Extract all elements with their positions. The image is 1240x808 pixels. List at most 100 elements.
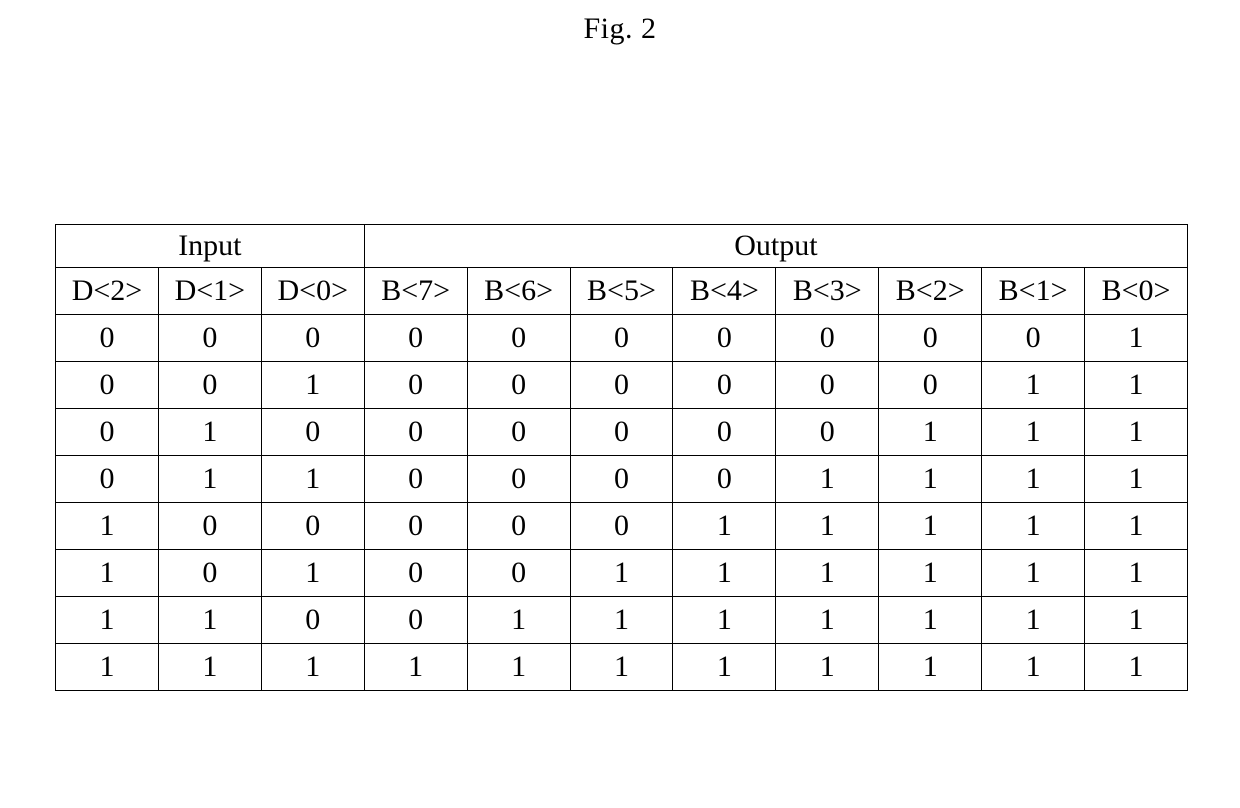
cell: 1 <box>982 456 1085 503</box>
cell: 1 <box>776 550 879 597</box>
table-row: 1 1 1 1 1 1 1 1 1 1 1 <box>56 644 1188 691</box>
cell: 0 <box>673 456 776 503</box>
header-row-groups: Input Output <box>56 225 1188 268</box>
col-b5: B<5> <box>570 268 673 315</box>
cell: 0 <box>467 456 570 503</box>
cell: 0 <box>364 550 467 597</box>
cell: 0 <box>467 409 570 456</box>
col-b4: B<4> <box>673 268 776 315</box>
cell: 1 <box>982 362 1085 409</box>
cell: 0 <box>56 315 159 362</box>
cell: 0 <box>364 597 467 644</box>
cell: 1 <box>879 409 982 456</box>
cell: 0 <box>776 362 879 409</box>
cell: 0 <box>364 456 467 503</box>
table-row: 0 1 1 0 0 0 0 1 1 1 1 <box>56 456 1188 503</box>
cell: 1 <box>1085 456 1188 503</box>
cell: 0 <box>364 503 467 550</box>
cell: 0 <box>467 503 570 550</box>
cell: 0 <box>570 362 673 409</box>
cell: 1 <box>570 644 673 691</box>
page: Fig. 2 Input Output D<2> D<1> D<0> B<7> … <box>0 0 1240 808</box>
cell: 0 <box>56 456 159 503</box>
cell: 1 <box>879 550 982 597</box>
cell: 1 <box>982 409 1085 456</box>
cell: 0 <box>467 362 570 409</box>
cell: 0 <box>467 550 570 597</box>
cell: 1 <box>982 503 1085 550</box>
cell: 0 <box>158 550 261 597</box>
cell: 0 <box>261 597 364 644</box>
cell: 1 <box>1085 409 1188 456</box>
col-b0: B<0> <box>1085 268 1188 315</box>
cell: 0 <box>570 315 673 362</box>
truth-table-wrap: Input Output D<2> D<1> D<0> B<7> B<6> B<… <box>55 224 1188 691</box>
table-row: 1 1 0 0 1 1 1 1 1 1 1 <box>56 597 1188 644</box>
cell: 0 <box>570 456 673 503</box>
cell: 0 <box>776 315 879 362</box>
cell: 1 <box>879 644 982 691</box>
cell: 1 <box>467 644 570 691</box>
cell: 1 <box>158 409 261 456</box>
cell: 0 <box>776 409 879 456</box>
cell: 1 <box>982 550 1085 597</box>
cell: 0 <box>158 362 261 409</box>
cell: 1 <box>1085 550 1188 597</box>
cell: 1 <box>879 503 982 550</box>
cell: 1 <box>1085 597 1188 644</box>
cell: 1 <box>673 503 776 550</box>
cell: 1 <box>776 503 879 550</box>
cell: 0 <box>261 409 364 456</box>
cell: 1 <box>673 644 776 691</box>
cell: 1 <box>879 456 982 503</box>
truth-table: Input Output D<2> D<1> D<0> B<7> B<6> B<… <box>55 224 1188 691</box>
cell: 1 <box>261 362 364 409</box>
cell: 1 <box>570 550 673 597</box>
cell: 0 <box>56 362 159 409</box>
cell: 1 <box>1085 503 1188 550</box>
header-output-group: Output <box>364 225 1187 268</box>
col-b6: B<6> <box>467 268 570 315</box>
figure-caption: Fig. 2 <box>0 12 1240 46</box>
cell: 1 <box>776 644 879 691</box>
cell: 0 <box>158 503 261 550</box>
cell: 1 <box>776 597 879 644</box>
cell: 1 <box>261 456 364 503</box>
header-row-columns: D<2> D<1> D<0> B<7> B<6> B<5> B<4> B<3> … <box>56 268 1188 315</box>
table-row: 1 0 1 0 0 1 1 1 1 1 1 <box>56 550 1188 597</box>
table-row: 1 0 0 0 0 0 1 1 1 1 1 <box>56 503 1188 550</box>
col-b3: B<3> <box>776 268 879 315</box>
cell: 0 <box>364 315 467 362</box>
table-head: Input Output D<2> D<1> D<0> B<7> B<6> B<… <box>56 225 1188 315</box>
cell: 0 <box>261 315 364 362</box>
cell: 1 <box>56 644 159 691</box>
cell: 1 <box>158 456 261 503</box>
cell: 1 <box>673 550 776 597</box>
cell: 1 <box>1085 644 1188 691</box>
cell: 0 <box>673 315 776 362</box>
cell: 1 <box>570 597 673 644</box>
cell: 0 <box>261 503 364 550</box>
cell: 1 <box>982 597 1085 644</box>
cell: 1 <box>261 550 364 597</box>
cell: 1 <box>56 550 159 597</box>
cell: 1 <box>467 597 570 644</box>
table-row: 0 0 1 0 0 0 0 0 0 1 1 <box>56 362 1188 409</box>
cell: 0 <box>673 409 776 456</box>
cell: 1 <box>982 644 1085 691</box>
cell: 1 <box>1085 362 1188 409</box>
table-body: 0 0 0 0 0 0 0 0 0 0 1 0 0 1 0 0 <box>56 315 1188 691</box>
col-d0: D<0> <box>261 268 364 315</box>
table-row: 0 0 0 0 0 0 0 0 0 0 1 <box>56 315 1188 362</box>
cell: 1 <box>56 503 159 550</box>
cell: 0 <box>570 503 673 550</box>
header-input-group: Input <box>56 225 365 268</box>
col-b7: B<7> <box>364 268 467 315</box>
cell: 0 <box>364 409 467 456</box>
table-row: 0 1 0 0 0 0 0 0 1 1 1 <box>56 409 1188 456</box>
cell: 0 <box>364 362 467 409</box>
cell: 0 <box>673 362 776 409</box>
col-d2: D<2> <box>56 268 159 315</box>
cell: 1 <box>158 644 261 691</box>
cell: 1 <box>1085 315 1188 362</box>
